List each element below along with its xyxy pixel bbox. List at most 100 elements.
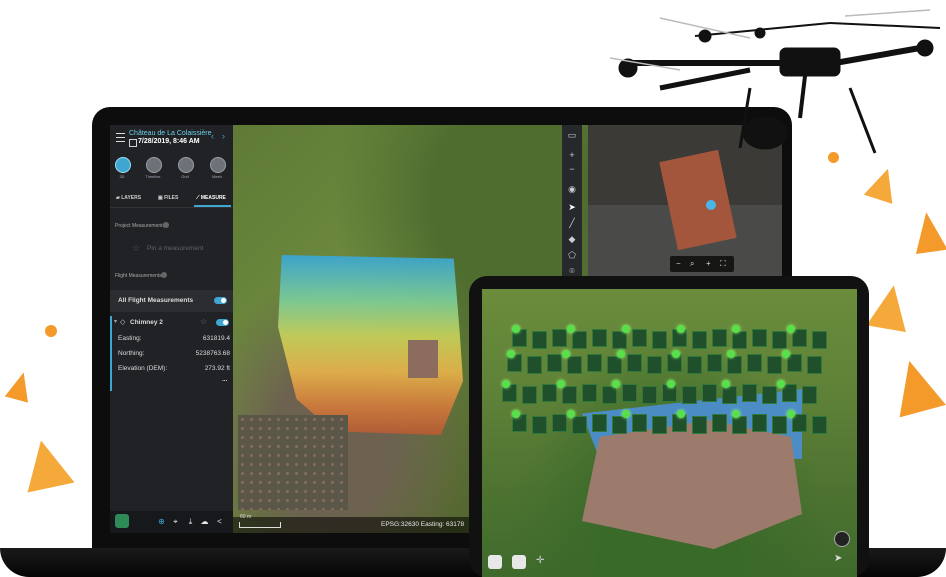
capture-cube [762, 386, 777, 404]
camera-icon[interactable] [488, 555, 502, 569]
site-name: Château de La Colaissière [129, 130, 212, 137]
capture-cube [687, 356, 702, 374]
zoom-in-icon[interactable]: + [706, 259, 711, 268]
3d-model-view[interactable]: ✛ ➤ [482, 289, 857, 577]
capture-cube [647, 356, 662, 374]
capture-cube [692, 416, 707, 434]
measurement-toggle[interactable] [216, 319, 229, 326]
capture-cube [652, 416, 667, 434]
eye-icon[interactable]: ◉ [566, 183, 578, 195]
capture-cube [607, 356, 622, 374]
zoom-out-icon[interactable]: − [566, 163, 578, 175]
waypoint-node [787, 325, 795, 333]
waypoint-node [667, 380, 675, 388]
pointer-icon[interactable]: ➤ [566, 201, 578, 213]
scale-label: 60 m [240, 514, 252, 520]
photo-controls: − ⌕ + ⛶ [670, 256, 734, 272]
cloud-icon[interactable]: ☁ [200, 517, 209, 526]
tab-files[interactable]: ▣ FILES [158, 195, 178, 201]
capture-cube [772, 416, 787, 434]
all-flight-label: All Flight Measurements [118, 297, 194, 304]
waypoint-node [782, 350, 790, 358]
zoom-out-icon[interactable]: − [676, 259, 681, 268]
capture-cube [727, 356, 742, 374]
capture-cube [782, 384, 797, 402]
capture-cube [602, 386, 617, 404]
volume-tool-icon[interactable]: ⬠ [566, 249, 578, 261]
info-icon [161, 272, 167, 278]
globe-avatar[interactable] [115, 514, 129, 528]
chevron-down-icon[interactable]: ▾ [114, 318, 117, 325]
capture-cube [522, 386, 537, 404]
compass-icon[interactable]: ✛ [536, 555, 544, 566]
building-cluster [408, 340, 438, 378]
waypoint-node [722, 380, 730, 388]
gauge-icon[interactable] [512, 555, 526, 569]
waypoint-node [612, 380, 620, 388]
more-options-icon[interactable]: ... [222, 376, 227, 383]
capture-cube [532, 416, 547, 434]
tab-label: MEASURE [200, 195, 226, 201]
orange-pyramid [910, 209, 946, 255]
mesh-icon[interactable] [210, 157, 226, 173]
scale-bar: 60 m [239, 514, 281, 528]
area-tool-icon[interactable]: ◆ [566, 233, 578, 245]
capture-cube [652, 331, 667, 349]
orange-pyramid [17, 435, 75, 493]
waypoint-node [622, 325, 630, 333]
settings-icon[interactable] [834, 531, 850, 547]
map-toolbar: ▭ + − ◉ ➤ ╱ ◆ ⬠ ⌾ [562, 125, 582, 285]
capture-cube [527, 356, 542, 374]
tab-label: FILES [164, 195, 179, 201]
tab-measure[interactable]: ⟋ MEASURE [196, 195, 226, 201]
line-tool-icon[interactable]: ╱ [566, 217, 578, 229]
capture-cube [642, 386, 657, 404]
village-area [238, 415, 348, 510]
cube-icon[interactable] [115, 157, 131, 173]
waypoint-node [512, 325, 520, 333]
waypoint-node [567, 325, 575, 333]
camera-marker [706, 200, 716, 210]
waypoint-node [727, 350, 735, 358]
chevron-right-icon[interactable]: › [222, 131, 225, 141]
waypoint-node [557, 380, 565, 388]
navigate-icon[interactable]: ➤ [834, 553, 842, 564]
share-icon[interactable]: < [215, 517, 224, 526]
coordinate-readout: EPSG:32630 Easting: 63178 [381, 521, 465, 528]
magnify-icon[interactable]: ⌕ [690, 259, 694, 269]
flight-datetime[interactable]: 7/28/2019, 8:46 AM [138, 138, 200, 145]
tab-layers[interactable]: ▰ LAYERS [116, 195, 141, 201]
star-icon[interactable]: ☆ [200, 317, 207, 326]
tool-label: Mesh [212, 174, 222, 179]
capture-cube [747, 354, 762, 372]
chevron-left-icon[interactable]: ‹ [211, 131, 214, 141]
map-icon[interactable]: ▭ [566, 129, 578, 141]
capture-cube [692, 331, 707, 349]
point-icon: ◇ [120, 319, 126, 326]
capture-cube [707, 354, 722, 372]
capture-cube [772, 331, 787, 349]
timeline-icon[interactable] [146, 157, 162, 173]
tag-icon[interactable]: ⌖ [171, 517, 180, 526]
menu-icon[interactable] [116, 133, 125, 142]
orange-dot [45, 325, 57, 337]
waypoint-node [677, 410, 685, 418]
add-icon[interactable]: ⊕ [157, 517, 166, 526]
all-flight-toggle[interactable] [214, 297, 227, 304]
grid-icon[interactable] [178, 157, 194, 173]
capture-cube [627, 354, 642, 372]
capture-cube [552, 414, 567, 432]
orange-pyramid [863, 164, 903, 204]
all-flight-measurements-row: All Flight Measurements [110, 290, 233, 312]
tools-row: 3D Timeline Grid Mesh [110, 155, 233, 185]
download-icon[interactable]: ⤓ [186, 517, 195, 526]
capture-cube [632, 414, 647, 432]
pin-measurement-placeholder: Pin a measurement [147, 245, 204, 252]
capture-cube [587, 354, 602, 372]
fullscreen-icon[interactable]: ⛶ [720, 259, 726, 269]
capture-cube [532, 331, 547, 349]
capture-cube [792, 414, 807, 432]
zoom-in-icon[interactable]: + [566, 149, 578, 161]
capture-cube [732, 331, 747, 349]
waypoint-node [732, 325, 740, 333]
